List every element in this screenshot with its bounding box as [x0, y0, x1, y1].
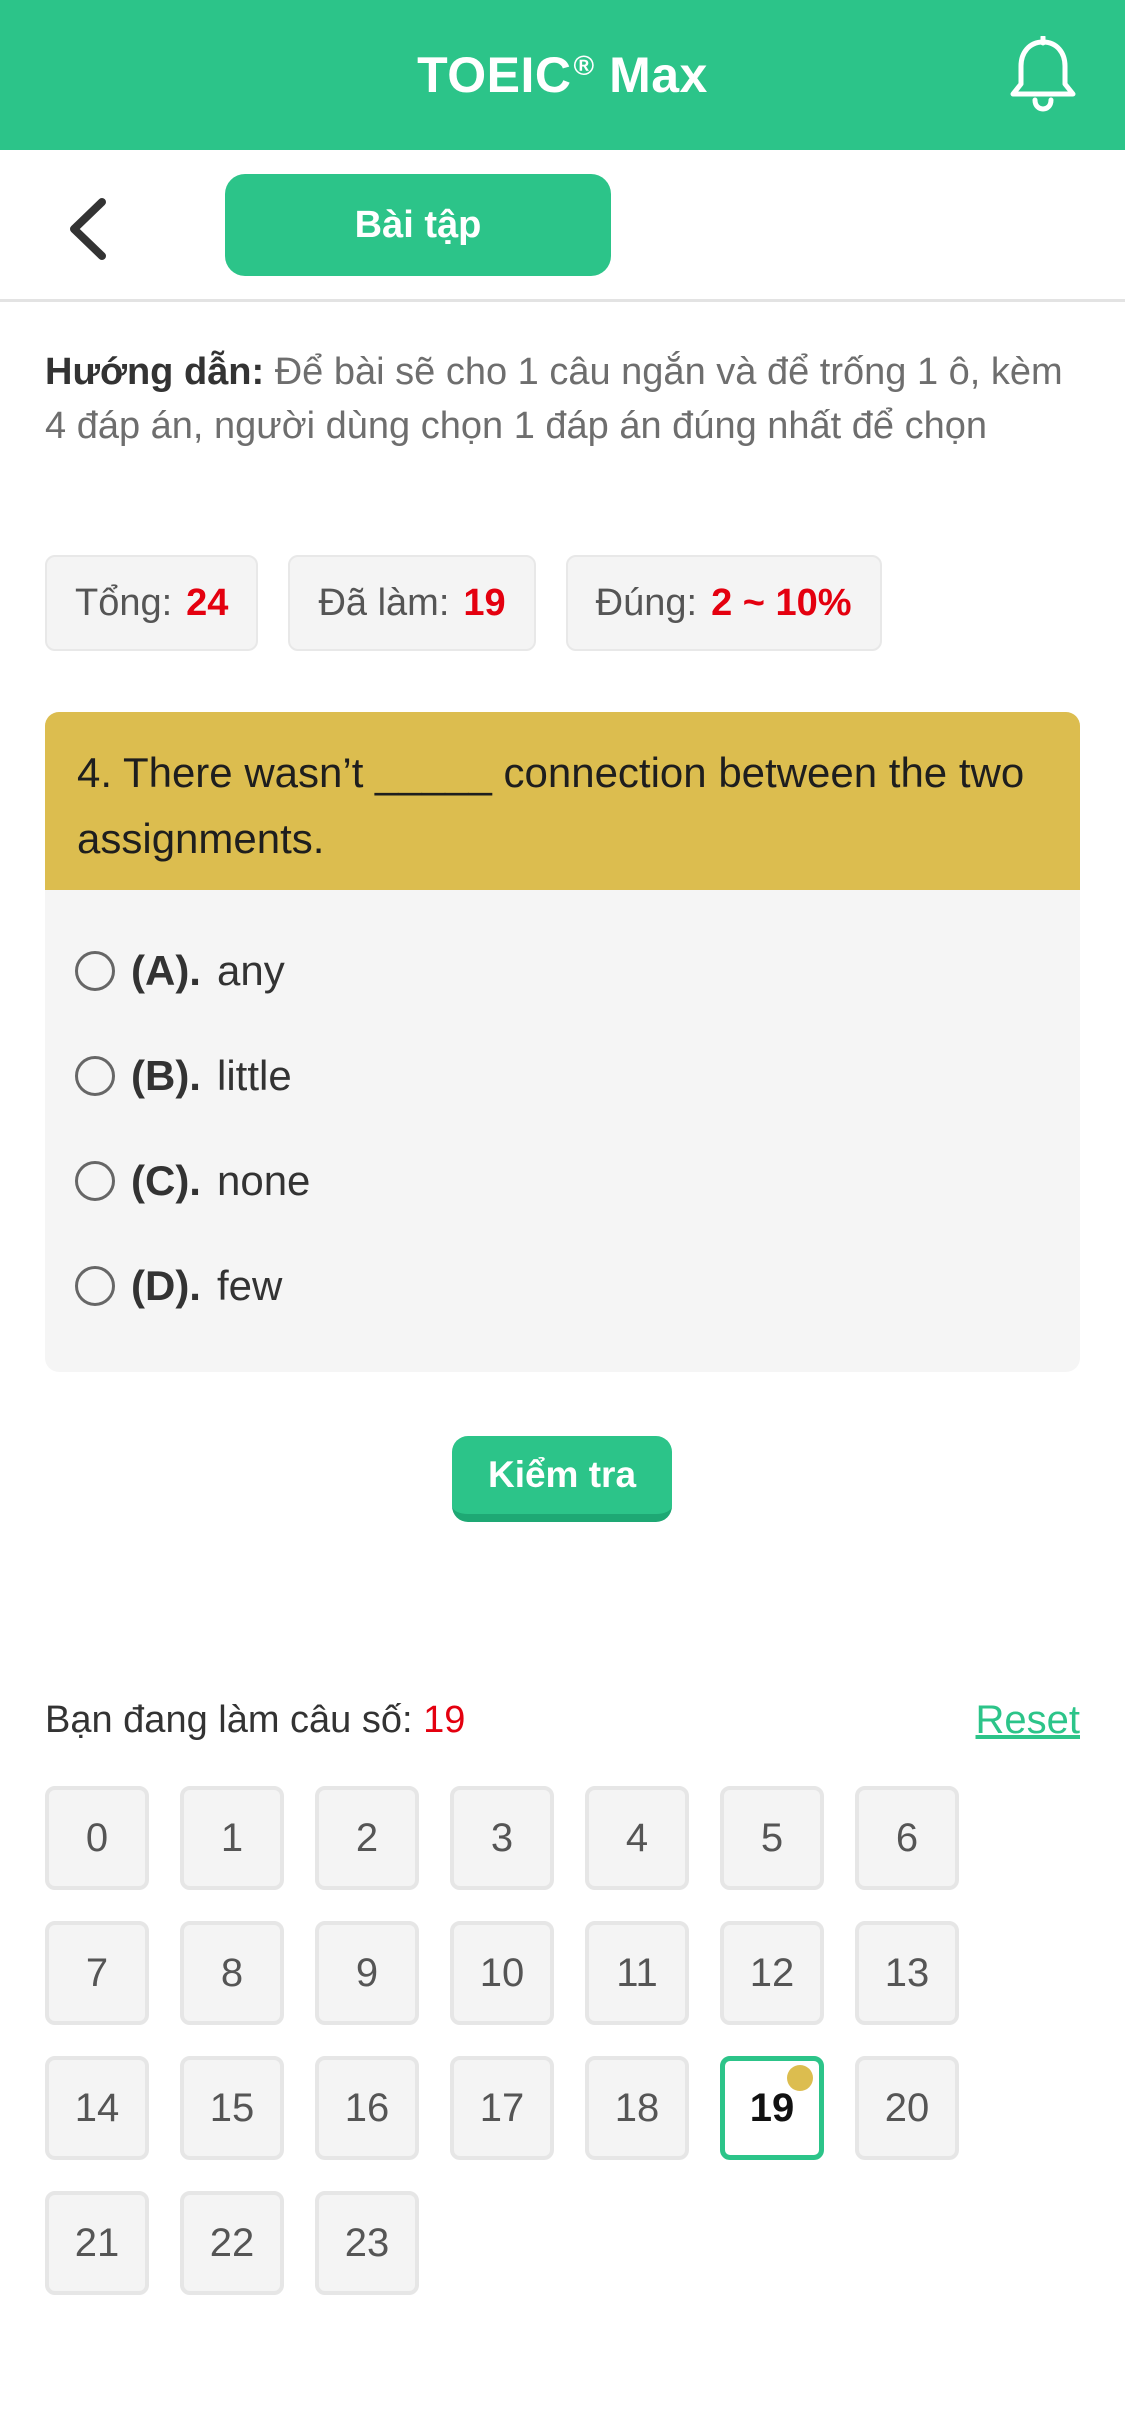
radio-button[interactable]	[75, 1265, 115, 1306]
question-number-label: 5	[760, 1815, 784, 1860]
question-number-label: 16	[344, 2085, 390, 2130]
question-number-label: 11	[616, 1950, 658, 1995]
question-number-label: 20	[884, 2085, 930, 2130]
current-question-indicator: Bạn đang làm câu số: 19	[45, 1699, 466, 1741]
question-number-label: 23	[344, 2220, 390, 2265]
question-number-button[interactable]: 10	[450, 1921, 554, 2025]
stats-bar: Tổng: 24 Đã làm: 19 Đúng: 2 ~ 10%	[45, 555, 882, 651]
app-header: TOEIC® Max	[0, 0, 1125, 150]
option-c[interactable]: (C). none	[45, 1128, 1080, 1233]
question-number-label: 15	[209, 2085, 255, 2130]
question-number-button[interactable]: 4	[585, 1786, 689, 1890]
question-number-button[interactable]: 16	[315, 2056, 419, 2160]
question-number-button[interactable]: 1	[180, 1786, 284, 1890]
question-number-button[interactable]: 13	[855, 1921, 959, 2025]
question-number-label: 0	[85, 1815, 109, 1860]
question-number-label: 1	[220, 1815, 244, 1860]
question-number-label: 4	[625, 1815, 649, 1860]
radio-button[interactable]	[75, 1160, 115, 1201]
question-number-label: 12	[749, 1950, 795, 1995]
question-number-label: 6	[895, 1815, 919, 1860]
question-number-button[interactable]: 23	[315, 2191, 419, 2295]
question-number-button[interactable]: 3	[450, 1786, 554, 1890]
toolbar: Bài tập	[0, 150, 1125, 302]
stat-total: Tổng: 24	[45, 555, 259, 651]
question-number-button[interactable]: 2	[315, 1786, 419, 1890]
question-number-label: 13	[884, 1950, 930, 1995]
check-button[interactable]: Kiểm tra	[452, 1436, 672, 1522]
option-b[interactable]: (B). little	[45, 1023, 1080, 1128]
question-number-button[interactable]: 6	[855, 1786, 959, 1890]
question-number-label: 2	[355, 1815, 379, 1860]
question-number-label: 7	[85, 1950, 109, 1995]
question-number-button[interactable]: 14	[45, 2056, 149, 2160]
reset-link[interactable]: Reset	[976, 1698, 1081, 1743]
progress-row: Bạn đang làm câu số: 19 Reset	[45, 1698, 1080, 1743]
radio-button[interactable]	[75, 1055, 115, 1096]
question-number-label: 21	[74, 2220, 120, 2265]
app-title: TOEIC® Max	[417, 47, 708, 103]
question-card: 4. There wasn’t _____ connection between…	[45, 712, 1080, 1372]
question-number-label: 8	[220, 1950, 244, 1995]
question-number-label: 18	[614, 2085, 660, 2130]
question-number-label: 10	[479, 1950, 525, 1995]
question-number-button[interactable]: 12	[720, 1921, 824, 2025]
stat-done: Đã làm: 19	[288, 555, 536, 651]
question-number-label: 14	[74, 2085, 120, 2130]
question-number-button[interactable]: 19	[720, 2056, 824, 2160]
stat-correct: Đúng: 2 ~ 10%	[565, 555, 882, 651]
tab-exercises[interactable]: Bài tập	[225, 174, 611, 276]
current-marker-dot	[787, 2065, 813, 2091]
question-number-button[interactable]: 8	[180, 1921, 284, 2025]
question-number-button[interactable]: 22	[180, 2191, 284, 2295]
chevron-left-icon[interactable]	[62, 194, 122, 264]
question-number-label: 9	[355, 1950, 379, 1995]
question-number-button[interactable]: 15	[180, 2056, 284, 2160]
question-number-button[interactable]: 20	[855, 2056, 959, 2160]
question-number-button[interactable]: 11	[585, 1921, 689, 2025]
instructions-label: Hướng dẫn:	[45, 351, 265, 393]
question-grid: 0 1 2 3 4 5 6 7 8 9 10 11 12 13 14 15 16 17 18 19 20 21 22 23	[45, 1786, 1005, 2295]
question-text: 4. There wasn’t _____ connection between…	[45, 712, 1080, 890]
question-number-label: 19	[749, 2085, 795, 2130]
question-number-button[interactable]: 18	[585, 2056, 689, 2160]
question-number-button[interactable]: 5	[720, 1786, 824, 1890]
question-number-button[interactable]: 9	[315, 1921, 419, 2025]
answer-options: (A). any (B). little (C). none (D). few	[45, 890, 1080, 1338]
option-d[interactable]: (D). few	[45, 1233, 1080, 1338]
question-number-label: 17	[479, 2085, 525, 2130]
question-number-label: 3	[490, 1815, 514, 1860]
question-number-button[interactable]: 7	[45, 1921, 149, 2025]
radio-button[interactable]	[75, 950, 115, 991]
option-a[interactable]: (A). any	[45, 918, 1080, 1023]
question-number-button[interactable]: 0	[45, 1786, 149, 1890]
bell-icon[interactable]	[1007, 36, 1079, 112]
question-number-button[interactable]: 17	[450, 2056, 554, 2160]
instructions: Hướng dẫn: Để bài sẽ cho 1 câu ngắn và đ…	[45, 345, 1085, 453]
question-number-label: 22	[209, 2220, 255, 2265]
question-number-button[interactable]: 21	[45, 2191, 149, 2295]
